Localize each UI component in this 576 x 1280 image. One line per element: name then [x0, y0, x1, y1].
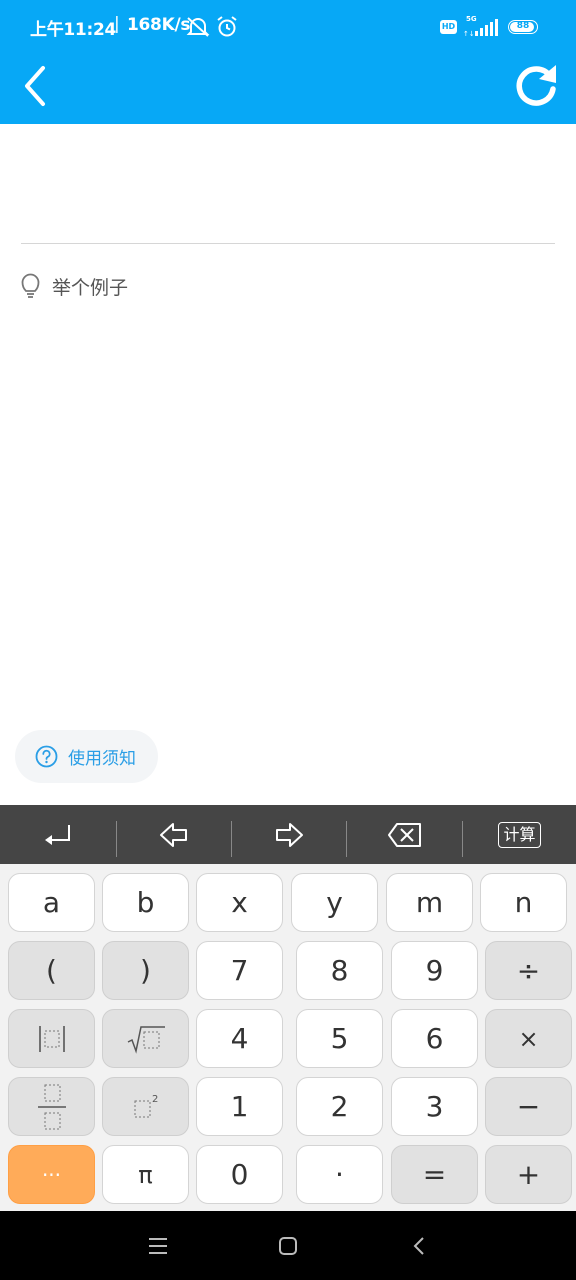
svg-text:↑↓: ↑↓	[463, 30, 475, 37]
svg-text:2: 2	[152, 1094, 158, 1105]
math-keypad: a b x y m n ( ) 7 8 9 ÷ 4 5 6 × 2 1 2 3 …	[0, 864, 576, 1211]
hd-badge: HD	[440, 20, 457, 34]
key-6[interactable]: 6	[391, 1009, 478, 1068]
key-n[interactable]: n	[480, 873, 567, 932]
usage-notice-button[interactable]: 使用须知	[15, 730, 158, 783]
arrow-right-icon	[276, 822, 303, 847]
refresh-button[interactable]	[510, 60, 562, 112]
key-close-paren[interactable]: )	[102, 941, 189, 1000]
key-5[interactable]: 5	[296, 1009, 383, 1068]
recent-apps-button[interactable]	[141, 1229, 175, 1263]
key-multiply[interactable]: ×	[485, 1009, 572, 1068]
key-more[interactable]: ···	[8, 1145, 95, 1204]
key-m[interactable]: m	[386, 873, 473, 932]
system-back-button[interactable]	[403, 1229, 437, 1263]
arrow-left-icon	[160, 822, 187, 847]
menu-icon	[149, 1238, 167, 1254]
key-abs[interactable]	[8, 1009, 95, 1068]
key-0[interactable]: 0	[196, 1145, 283, 1204]
home-icon	[279, 1237, 297, 1255]
status-separator: |	[114, 14, 120, 34]
key-minus[interactable]: −	[485, 1077, 572, 1136]
key-2[interactable]: 2	[296, 1077, 383, 1136]
key-x[interactable]: x	[196, 873, 283, 932]
key-fraction[interactable]	[8, 1077, 95, 1136]
key-pi[interactable]: π	[102, 1145, 189, 1204]
key-divide[interactable]: ÷	[485, 941, 572, 1000]
power-template-icon: 2	[134, 1094, 158, 1117]
sqrt-template-icon	[127, 1025, 165, 1054]
calculate-label: 计算	[498, 821, 541, 848]
alarm-icon	[217, 16, 237, 37]
system-nav-bar	[0, 1211, 576, 1280]
back-triangle-icon	[413, 1237, 424, 1255]
key-7[interactable]: 7	[196, 941, 283, 1000]
app-header: 上午11:24 | 168K/s HD 5G ↑↓ 88	[0, 0, 576, 124]
home-button[interactable]	[271, 1229, 305, 1263]
signal-icon: ↑↓	[463, 19, 498, 37]
key-8[interactable]: 8	[296, 941, 383, 1000]
key-equals[interactable]: =	[391, 1145, 478, 1204]
lightbulb-icon	[21, 273, 40, 298]
fraction-template-icon	[37, 1084, 66, 1129]
status-bar: 上午11:24 | 168K/s HD 5G ↑↓ 88	[0, 0, 576, 56]
example-label: 举个例子	[52, 276, 129, 299]
key-plus[interactable]: +	[485, 1145, 572, 1204]
key-sqrt[interactable]	[102, 1009, 189, 1068]
key-open-paren[interactable]: (	[8, 941, 95, 1000]
status-time: 上午11:24	[30, 20, 117, 40]
key-decimal-point[interactable]: ·	[296, 1145, 383, 1204]
chevron-left-icon	[25, 66, 45, 106]
battery-icon: 88	[508, 20, 538, 34]
key-9[interactable]: 9	[391, 941, 478, 1000]
key-y[interactable]: y	[291, 873, 378, 932]
expression-input[interactable]	[21, 124, 555, 244]
key-3[interactable]: 3	[391, 1077, 478, 1136]
backspace-icon	[387, 822, 421, 847]
notification-off-icon	[186, 17, 210, 37]
cursor-right-button[interactable]	[232, 805, 346, 864]
example-link[interactable]: 举个例子	[21, 270, 128, 302]
status-net-speed: 168K/s	[127, 15, 191, 35]
key-4[interactable]: 4	[196, 1009, 283, 1068]
enter-icon	[45, 824, 70, 845]
enter-button[interactable]	[0, 805, 116, 864]
calculate-button[interactable]: 计算	[463, 805, 576, 864]
question-circle-icon	[35, 745, 58, 768]
backspace-button[interactable]	[347, 805, 462, 864]
keyboard-toolbar: 计算	[0, 805, 576, 864]
usage-notice-label: 使用须知	[68, 749, 136, 769]
key-power[interactable]: 2	[102, 1077, 189, 1136]
key-a[interactable]: a	[8, 873, 95, 932]
key-b[interactable]: b	[102, 873, 189, 932]
abs-template-icon	[38, 1025, 65, 1052]
key-1[interactable]: 1	[196, 1077, 283, 1136]
battery-level: 88	[516, 21, 530, 31]
back-button[interactable]	[18, 62, 58, 110]
refresh-icon	[516, 65, 556, 106]
cursor-left-button[interactable]	[117, 805, 231, 864]
